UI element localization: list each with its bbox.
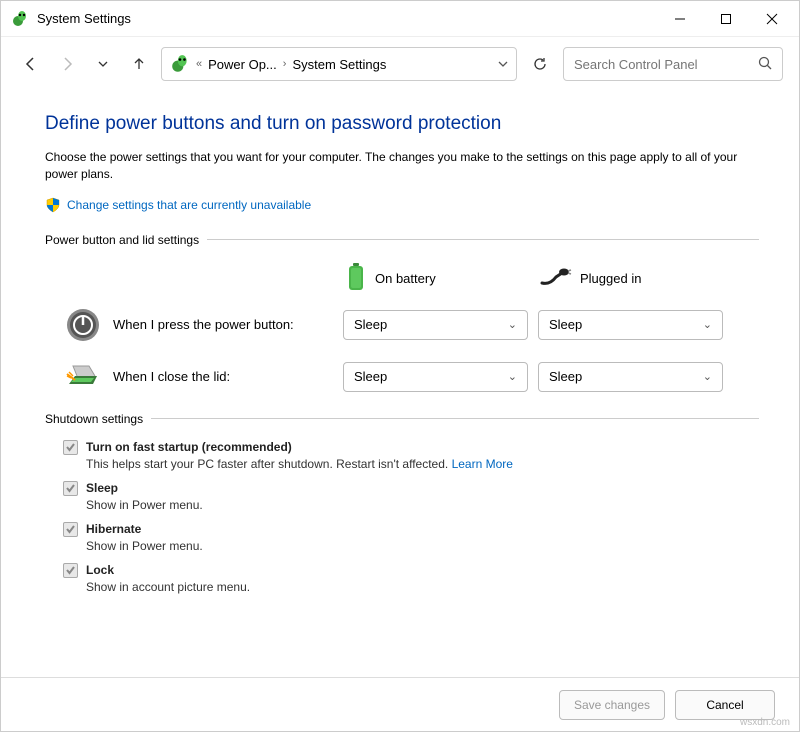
column-label: On battery bbox=[375, 271, 436, 286]
select-value: Sleep bbox=[549, 369, 582, 384]
plugged-column: Plugged in bbox=[540, 261, 735, 296]
select-value: Sleep bbox=[354, 369, 387, 384]
select-value: Sleep bbox=[549, 317, 582, 332]
sleep-checkbox[interactable] bbox=[63, 481, 78, 496]
chevron-down-icon: ⌄ bbox=[508, 318, 517, 331]
shutdown-settings-list: Turn on fast startup (recommended) This … bbox=[63, 440, 759, 594]
select-value: Sleep bbox=[354, 317, 387, 332]
lock-item: Lock Show in account picture menu. bbox=[63, 563, 759, 594]
search-box[interactable] bbox=[563, 47, 783, 81]
column-label: Plugged in bbox=[580, 271, 641, 286]
close-button[interactable] bbox=[749, 3, 795, 35]
row-label: When I close the lid: bbox=[103, 369, 343, 384]
content-area: Define power buttons and turn on passwor… bbox=[1, 91, 799, 677]
titlebar: System Settings bbox=[1, 1, 799, 37]
checkbox-label: Hibernate bbox=[86, 522, 141, 536]
breadcrumb-item[interactable]: System Settings bbox=[292, 57, 386, 72]
search-input[interactable] bbox=[574, 57, 758, 72]
breadcrumb-item[interactable]: Power Op... bbox=[208, 57, 277, 72]
checkbox-description: Show in account picture menu. bbox=[86, 580, 759, 594]
toolbar: « Power Op... › System Settings bbox=[1, 37, 799, 91]
lock-checkbox[interactable] bbox=[63, 563, 78, 578]
page-description: Choose the power settings that you want … bbox=[45, 149, 745, 183]
section-title: Shutdown settings bbox=[45, 412, 143, 426]
power-button-battery-select[interactable]: Sleep ⌄ bbox=[343, 310, 528, 340]
sleep-item: Sleep Show in Power menu. bbox=[63, 481, 759, 512]
row-label: When I press the power button: bbox=[103, 317, 343, 332]
minimize-button[interactable] bbox=[657, 3, 703, 35]
chevron-down-icon: ⌄ bbox=[508, 370, 517, 383]
save-changes-button[interactable]: Save changes bbox=[559, 690, 665, 720]
chevron-right-icon: › bbox=[283, 58, 287, 70]
forward-button[interactable] bbox=[53, 50, 81, 78]
breadcrumb[interactable]: « Power Op... › System Settings bbox=[161, 47, 517, 81]
window-controls bbox=[657, 3, 795, 35]
chevron-down-icon: ⌄ bbox=[703, 370, 712, 383]
app-icon bbox=[11, 10, 29, 28]
battery-icon bbox=[345, 261, 367, 296]
watermark: wsxdn.com bbox=[740, 717, 790, 728]
power-button-plugged-select[interactable]: Sleep ⌄ bbox=[538, 310, 723, 340]
chevron-down-icon[interactable] bbox=[498, 57, 508, 72]
chevron-down-icon: ⌄ bbox=[703, 318, 712, 331]
lid-plugged-select[interactable]: Sleep ⌄ bbox=[538, 362, 723, 392]
checkbox-label: Lock bbox=[86, 563, 114, 577]
learn-more-link[interactable]: Learn More bbox=[452, 457, 513, 471]
breadcrumb-sep: « bbox=[196, 58, 202, 70]
admin-link-row: Change settings that are currently unava… bbox=[45, 197, 759, 213]
checkbox-description: Show in Power menu. bbox=[86, 498, 759, 512]
lid-icon bbox=[63, 362, 103, 392]
checkbox-description: This helps start your PC faster after sh… bbox=[86, 457, 759, 471]
fast-startup-checkbox[interactable] bbox=[63, 440, 78, 455]
back-button[interactable] bbox=[17, 50, 45, 78]
lid-battery-select[interactable]: Sleep ⌄ bbox=[343, 362, 528, 392]
divider bbox=[207, 239, 759, 240]
cancel-button[interactable]: Cancel bbox=[675, 690, 775, 720]
plug-icon bbox=[540, 267, 572, 290]
section-title: Power button and lid settings bbox=[45, 233, 199, 247]
lid-row: When I close the lid: Sleep ⌄ Sleep ⌄ bbox=[45, 362, 759, 392]
breadcrumb-icon bbox=[170, 54, 190, 74]
maximize-button[interactable] bbox=[703, 3, 749, 35]
power-button-icon bbox=[63, 308, 103, 342]
power-button-row: When I press the power button: Sleep ⌄ S… bbox=[45, 308, 759, 342]
shield-icon bbox=[45, 197, 61, 213]
hibernate-item: Hibernate Show in Power menu. bbox=[63, 522, 759, 553]
divider bbox=[151, 418, 759, 419]
fast-startup-item: Turn on fast startup (recommended) This … bbox=[63, 440, 759, 471]
hibernate-checkbox[interactable] bbox=[63, 522, 78, 537]
refresh-button[interactable] bbox=[525, 49, 555, 79]
window-title: System Settings bbox=[37, 11, 657, 26]
shutdown-section-header: Shutdown settings bbox=[45, 412, 759, 426]
history-dropdown[interactable] bbox=[89, 50, 117, 78]
power-section-header: Power button and lid settings bbox=[45, 233, 759, 247]
checkbox-description: Show in Power menu. bbox=[86, 539, 759, 553]
up-button[interactable] bbox=[125, 50, 153, 78]
column-headers: On battery Plugged in bbox=[345, 261, 759, 296]
change-settings-link[interactable]: Change settings that are currently unava… bbox=[67, 198, 311, 212]
footer: Save changes Cancel bbox=[1, 677, 799, 731]
search-icon bbox=[758, 56, 772, 73]
page-heading: Define power buttons and turn on passwor… bbox=[45, 113, 759, 135]
checkbox-label: Sleep bbox=[86, 481, 118, 495]
checkbox-label: Turn on fast startup (recommended) bbox=[86, 440, 292, 454]
battery-column: On battery bbox=[345, 261, 540, 296]
